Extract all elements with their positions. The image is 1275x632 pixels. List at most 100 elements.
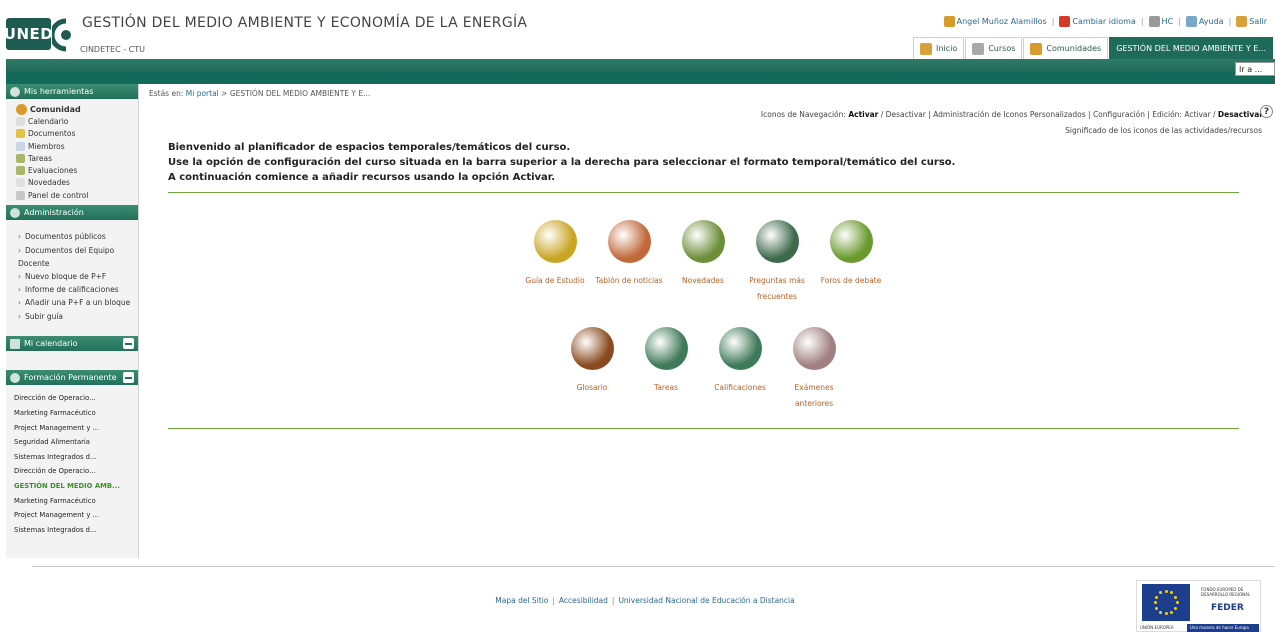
- sidebar-item-comunidad[interactable]: Comunidad: [16, 103, 138, 115]
- user-link[interactable]: Angel Muñoz Alamillos: [943, 16, 1047, 27]
- tab-cursos[interactable]: Cursos: [965, 37, 1023, 59]
- icons-meaning-link[interactable]: Significado de los iconos de las activid…: [1065, 126, 1262, 135]
- resource-past-exams[interactable]: Exámenes anteriores: [776, 327, 852, 411]
- fp-course-link[interactable]: Seguridad Alimentaria: [14, 435, 138, 450]
- activate-link[interactable]: Activar: [848, 110, 878, 119]
- resource-forum[interactable]: Foros de debate: [813, 220, 889, 289]
- site-subtitle: CINDETEC - CTU: [80, 45, 145, 54]
- resource-glossary[interactable]: Glosario: [554, 327, 630, 396]
- home-icon: [920, 42, 933, 55]
- admin-block-header[interactable]: Administración: [6, 205, 138, 221]
- fp-block-header[interactable]: Formación Permanente: [6, 370, 138, 386]
- fp-course-link[interactable]: Dirección de Operacio...: [14, 391, 138, 406]
- fp-course-link[interactable]: Dirección de Operacio...: [14, 464, 138, 479]
- collapse-fp-button[interactable]: [123, 372, 134, 384]
- resource-grades[interactable]: Calificaciones: [702, 327, 778, 396]
- resource-label: Exámenes anteriores: [794, 383, 834, 408]
- nav-icons-controls: Iconos de Navegación: Activar / Desactiv…: [761, 110, 1263, 119]
- separator: |: [1178, 17, 1181, 26]
- resource-tasks[interactable]: Tareas: [628, 327, 704, 396]
- breadcrumb-link-my-portal[interactable]: Mi portal: [186, 89, 219, 98]
- footer-link[interactable]: Mapa del Sitio: [495, 596, 548, 605]
- resource-news-board[interactable]: Tablón de noticias: [591, 220, 667, 289]
- past-exams-icon: [792, 327, 836, 370]
- fp-course-link[interactable]: Project Management y ...: [14, 421, 138, 436]
- collapse-calendar-button[interactable]: [123, 338, 134, 350]
- tools-icon: [10, 86, 20, 97]
- fp-course-link[interactable]: Sistemas Integrados d...: [14, 450, 138, 465]
- tools-list: Comunidad Calendario Documentos Miembros Tar…: [6, 99, 138, 205]
- resource-study-guide[interactable]: Guía de Estudio: [517, 220, 593, 289]
- footer-link[interactable]: Universidad Nacional de Educación a Dist…: [618, 596, 794, 605]
- tab-current-course[interactable]: GESTIÓN DEL MEDIO AMBIENTE Y E...: [1109, 37, 1273, 59]
- chevron-right-icon: ›: [18, 298, 21, 308]
- star-icon: [1153, 601, 1157, 604]
- resource-news[interactable]: Novedades: [665, 220, 741, 289]
- tab-inicio[interactable]: Inicio: [913, 37, 965, 59]
- admin-title: Administración: [24, 208, 84, 218]
- eu-flag-icon: [1142, 584, 1190, 621]
- main-tabs: Inicio Cursos Comunidades GESTIÓN DEL MEDIO…: [912, 37, 1273, 59]
- tools-block-header[interactable]: Mis herramientas: [6, 84, 138, 99]
- sidebar-item-calendario[interactable]: Calendario: [16, 115, 138, 127]
- admin-link[interactable]: › Documentos públicos: [14, 230, 138, 243]
- divider: [168, 192, 1239, 193]
- gear-icon: [10, 207, 20, 218]
- uned-logo[interactable]: UNED: [4, 18, 53, 50]
- admin-link[interactable]: › Nuevo bloque de P+F: [14, 270, 138, 283]
- glossary-icon: [570, 327, 614, 370]
- admin-link-label: Añadir una P+F a un bloque: [25, 298, 131, 308]
- resource-label: Novedades: [682, 276, 724, 285]
- divider: [168, 428, 1239, 429]
- admin-list: › Documentos públicos › Documentos del Equi…: [6, 220, 138, 324]
- sidebar-item-novedades[interactable]: Novedades: [16, 177, 138, 189]
- user-link[interactable]: Ayuda: [1185, 16, 1224, 27]
- user-link[interactable]: Salir: [1236, 16, 1267, 27]
- user-link[interactable]: HC: [1148, 16, 1174, 27]
- fp-course-link[interactable]: Marketing Farmacéutico: [14, 494, 138, 509]
- admin-link-label: Informe de calificaciones: [25, 285, 119, 295]
- help-icon[interactable]: ?: [1260, 105, 1273, 118]
- admin-link[interactable]: › Informe de calificaciones: [14, 283, 138, 296]
- sidebar-item-tareas[interactable]: Tareas: [16, 152, 138, 164]
- training-icon: [10, 372, 20, 383]
- welcome-line: Bienvenido al planificador de espacios t…: [168, 142, 571, 153]
- fp-course-link[interactable]: Project Management y ...: [14, 508, 138, 523]
- admin-link[interactable]: › Documentos del Equipo Docente: [14, 244, 124, 270]
- calendar-title: Mi calendario: [24, 339, 78, 349]
- sidebar-item-miembros[interactable]: Miembros: [16, 140, 138, 152]
- news-board-icon: [607, 220, 651, 263]
- tab-comunidades[interactable]: Comunidades: [1023, 37, 1109, 59]
- chevron-right-icon: ›: [18, 245, 21, 255]
- user-link-label: HC: [1161, 17, 1174, 26]
- star-icon: [1174, 606, 1178, 610]
- tools-title: Mis herramientas: [24, 87, 94, 96]
- user-link[interactable]: Cambiar idioma: [1059, 16, 1136, 27]
- sidebar-item-panel-de-control[interactable]: Panel de control: [16, 189, 138, 201]
- user-link-label: Salir: [1249, 17, 1267, 26]
- sidebar-item-evaluaciones[interactable]: Evaluaciones: [16, 164, 138, 176]
- help-globe-icon: [1185, 16, 1197, 27]
- resource-label: Calificaciones: [714, 383, 766, 392]
- resource-label: Tareas: [654, 383, 678, 392]
- calendar-block-header[interactable]: Mi calendario: [6, 336, 138, 352]
- deactivate-link[interactable]: Desactivar: [1218, 110, 1263, 119]
- tab-label: Inicio: [936, 44, 958, 53]
- admin-link[interactable]: › Subir guía: [14, 310, 138, 323]
- resource-faq[interactable]: Preguntas más frecuentes: [739, 220, 815, 304]
- star-icon: [1159, 591, 1162, 595]
- community-icon: [1030, 42, 1043, 55]
- sidebar-item-documentos[interactable]: Documentos: [16, 128, 138, 140]
- fp-course-link[interactable]: Sistemas Integrados d...: [14, 523, 138, 538]
- footer-link[interactable]: Accesibilidad: [559, 596, 608, 605]
- calendar-icon: [10, 338, 20, 349]
- admin-link[interactable]: › Añadir una P+F a un bloque: [14, 296, 138, 309]
- separator: |: [611, 596, 615, 605]
- nav-icons-options[interactable]: / Desactivar | Administración de Iconos …: [881, 110, 1216, 119]
- star-icon: [1159, 610, 1162, 614]
- fp-course-link[interactable]: Marketing Farmacéutico: [14, 406, 138, 421]
- fp-course-link[interactable]: GESTIÓN DEL MEDIO AMB...: [14, 479, 138, 494]
- separator: |: [1140, 17, 1144, 26]
- go-to-select[interactable]: Ir a ...: [1235, 62, 1275, 76]
- star-icon: [1170, 591, 1173, 595]
